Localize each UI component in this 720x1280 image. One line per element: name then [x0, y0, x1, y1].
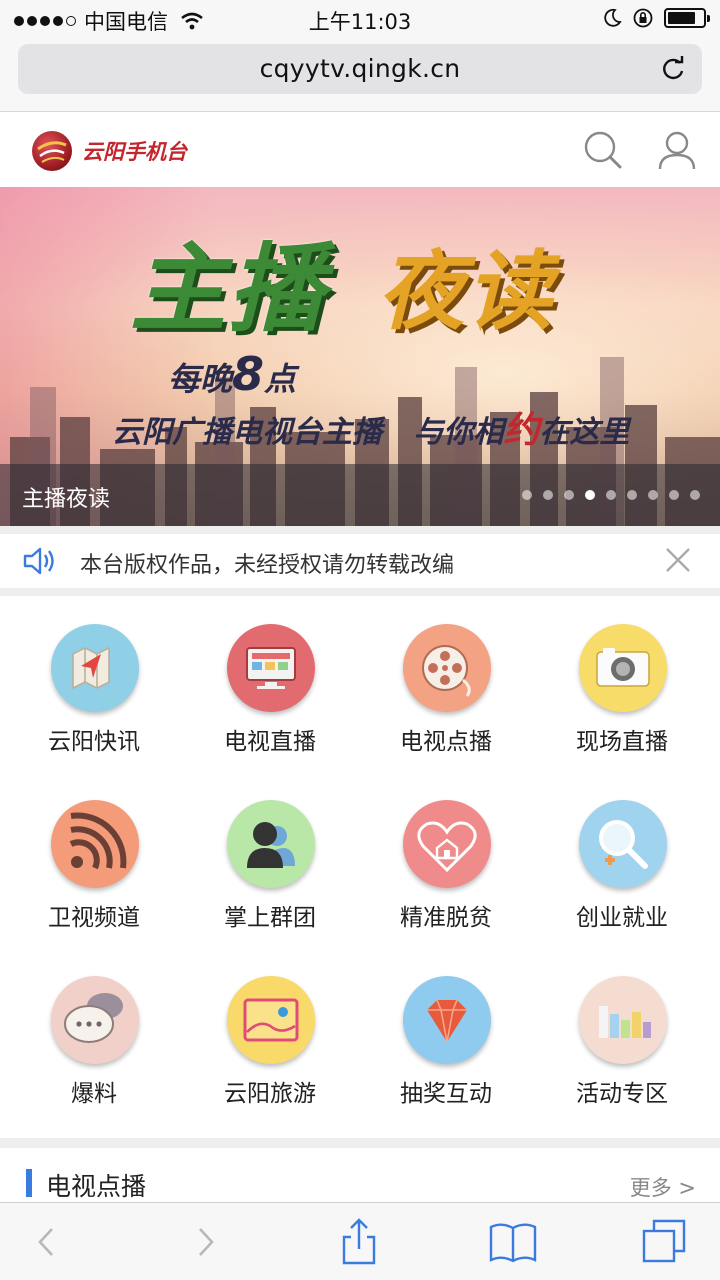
- carousel-dot[interactable]: [648, 490, 658, 500]
- browser-address-area: cqyytv.qingk.cn: [0, 40, 720, 112]
- carousel-dot[interactable]: [627, 490, 637, 500]
- status-bar: 中国电信 上午11:03: [0, 0, 720, 40]
- forward-icon[interactable]: [180, 1217, 230, 1267]
- grid-item-6[interactable]: 掌上群团: [180, 772, 360, 948]
- bar-chart-icon: [579, 976, 667, 1064]
- user-icon[interactable]: [656, 129, 698, 171]
- moon-icon: [604, 8, 622, 27]
- grid-item-label: 云阳快讯: [48, 729, 140, 755]
- banner-title-accent: 夜读: [378, 242, 554, 342]
- map-icon: [51, 624, 139, 712]
- grid-item-3[interactable]: 电视点播: [356, 596, 536, 772]
- tv-icon: [227, 624, 315, 712]
- search-icon: [579, 800, 667, 888]
- feature-grid: 云阳快讯 电视直播 电视点播 现场直播卫视频道 掌上群团 精准脱贫 创业就业爆料 云阳旅游 抽奖…: [0, 596, 720, 1138]
- carousel-dot[interactable]: [585, 490, 595, 500]
- grid-item-label: 现场直播: [576, 729, 668, 755]
- notice-wrapper: 本台版权作品，未经授权请勿转载改编: [0, 526, 720, 596]
- divider: [0, 1138, 720, 1148]
- section-title: 电视点播: [46, 1172, 147, 1201]
- grid-item-label: 抽奖互动: [400, 1081, 492, 1107]
- grid-item-label: 云阳旅游: [224, 1081, 316, 1107]
- carousel-dot[interactable]: [606, 490, 616, 500]
- grid-item-label: 卫视频道: [48, 905, 140, 931]
- carousel-pager[interactable]: [522, 490, 700, 500]
- banner-title-main: 主播: [130, 233, 326, 345]
- grid-item-5[interactable]: 卫视频道: [4, 772, 184, 948]
- grid-item-12[interactable]: 活动专区: [532, 948, 712, 1124]
- more-link[interactable]: 更多 >: [630, 1172, 696, 1202]
- url-text[interactable]: cqyytv.qingk.cn: [18, 54, 702, 83]
- grid-item-label: 电视直播: [224, 729, 316, 755]
- banner-carousel[interactable]: 主播 夜读 每晚8点 云阳广播电视台主播 与你相约在这里 主播夜读: [0, 187, 720, 526]
- search-icon[interactable]: [582, 129, 624, 171]
- notice-text: 本台版权作品，未经授权请勿转载改编: [80, 553, 455, 578]
- house-heart-icon: [403, 800, 491, 888]
- carousel-dot[interactable]: [543, 490, 553, 500]
- grid-item-9[interactable]: 爆料: [4, 948, 184, 1124]
- picture-icon: [227, 976, 315, 1064]
- grid-item-4[interactable]: 现场直播: [532, 596, 712, 772]
- bookmarks-icon[interactable]: [488, 1217, 538, 1267]
- film-reel-icon: [403, 624, 491, 712]
- browser-toolbar: [0, 1202, 720, 1280]
- banner-schedule: 每晚8点: [168, 347, 297, 401]
- grid-item-label: 精准脱贫: [400, 905, 492, 931]
- tabs-icon[interactable]: [640, 1217, 690, 1267]
- banner-tagline: 云阳广播电视台主播 与你相约在这里: [112, 410, 630, 451]
- brand-name: 云阳手机台: [82, 140, 187, 164]
- carousel-dot[interactable]: [690, 490, 700, 500]
- site-logo[interactable]: 云阳手机台: [30, 129, 187, 173]
- speaker-icon: [23, 547, 54, 575]
- grid-item-2[interactable]: 电视直播: [180, 596, 360, 772]
- status-right: [602, 7, 710, 29]
- grid-item-10[interactable]: 云阳旅游: [180, 948, 360, 1124]
- chat-icon: [51, 976, 139, 1064]
- banner-caption: 主播夜读: [22, 487, 111, 512]
- grid-item-label: 创业就业: [576, 905, 668, 931]
- camera-icon: [579, 624, 667, 712]
- grid-item-label: 活动专区: [576, 1081, 668, 1107]
- close-icon[interactable]: [664, 546, 692, 574]
- back-icon[interactable]: [22, 1217, 72, 1267]
- banner-caption-bar: 主播夜读: [0, 464, 720, 526]
- grid-item-label: 电视点播: [400, 729, 492, 755]
- carousel-dot[interactable]: [669, 490, 679, 500]
- section-accent-bar: [26, 1169, 32, 1197]
- grid-item-1[interactable]: 云阳快讯: [4, 596, 184, 772]
- share-icon[interactable]: [334, 1217, 384, 1267]
- rotation-lock-icon: [633, 8, 653, 28]
- carousel-dot[interactable]: [522, 490, 532, 500]
- battery-icon: [664, 8, 710, 28]
- diamond-icon: [403, 976, 491, 1064]
- grid-item-label: 爆料: [71, 1081, 117, 1107]
- section-header: 电视点播 更多 >: [0, 1148, 720, 1204]
- carousel-dot[interactable]: [564, 490, 574, 500]
- site-header: 云阳手机台: [0, 113, 720, 187]
- grid-item-7[interactable]: 精准脱贫: [356, 772, 536, 948]
- grid-item-8[interactable]: 创业就业: [532, 772, 712, 948]
- notice-bar: 本台版权作品，未经授权请勿转载改编: [0, 534, 720, 588]
- address-bar[interactable]: cqyytv.qingk.cn: [18, 44, 702, 94]
- reload-icon[interactable]: [658, 54, 688, 84]
- logo-emblem-icon: [32, 131, 72, 171]
- grid-item-11[interactable]: 抽奖互动: [356, 948, 536, 1124]
- grid-item-label: 掌上群团: [224, 905, 316, 931]
- group-icon: [227, 800, 315, 888]
- signal-icon: [51, 800, 139, 888]
